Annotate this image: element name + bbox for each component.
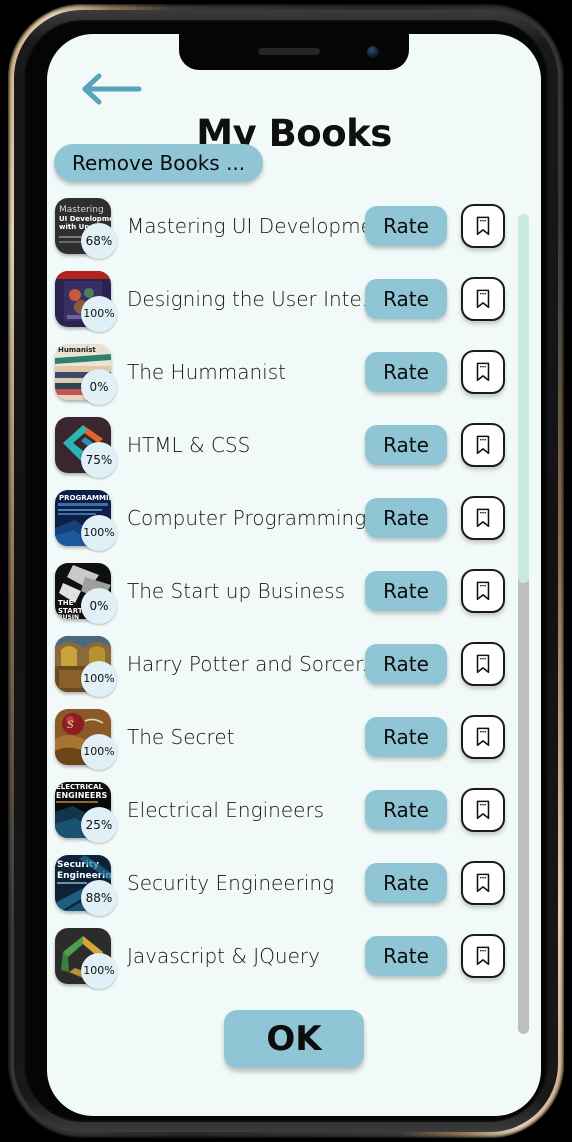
svg-text:Humanist: Humanist: [58, 346, 96, 354]
book-cover[interactable]: Humanist 0%: [55, 343, 117, 405]
front-camera-icon: [367, 46, 379, 58]
reading-progress-badge: 68%: [81, 222, 117, 259]
bookmark-icon[interactable]: [461, 641, 505, 686]
book-cover[interactable]: ELECTRICAL ENGINEERS 25%: [55, 781, 117, 843]
book-cover[interactable]: THE START BUSIN 0%: [55, 562, 117, 624]
book-row[interactable]: Security Engineering 88%Security Enginee…: [47, 846, 541, 919]
svg-text:PROGRAMMING: PROGRAMMING: [59, 494, 111, 502]
book-title: HTML & CSS: [127, 432, 251, 457]
reading-progress-badge: 75%: [81, 441, 117, 478]
book-row[interactable]: 100% Designing the User Inte... Rate: [47, 262, 541, 335]
bookmark-icon[interactable]: [461, 349, 505, 394]
rate-button[interactable]: Rate: [365, 643, 447, 684]
list-scrollbar-thumb[interactable]: [518, 214, 529, 583]
book-title: The Hummanist: [127, 359, 286, 384]
phone-frame: My Books Remove Books ... Mastering UI D…: [8, 4, 564, 1138]
bookmark-icon[interactable]: [461, 568, 505, 613]
reading-progress-badge: 88%: [81, 879, 117, 916]
svg-text:ELECTRICAL: ELECTRICAL: [56, 783, 103, 791]
svg-text:Mastering: Mastering: [59, 205, 104, 215]
book-row[interactable]: 100% Javascript & JQuery Rate: [47, 919, 541, 992]
rate-button[interactable]: Rate: [365, 862, 447, 903]
book-row[interactable]: Mastering UI Development with Un 68%Mast…: [47, 189, 541, 262]
bookmark-icon[interactable]: [461, 787, 505, 832]
book-cover[interactable]: Security Engineering 88%: [55, 854, 117, 916]
book-title: Security Engineering: [127, 870, 335, 895]
rate-button[interactable]: Rate: [365, 716, 447, 757]
book-title: Designing the User Inte...: [127, 286, 365, 311]
rate-button[interactable]: Rate: [365, 424, 447, 465]
book-row[interactable]: PROGRAMMING 100% Computer ProgrammingRate: [47, 481, 541, 554]
rate-button[interactable]: Rate: [365, 789, 447, 830]
reading-progress-badge: 25%: [81, 806, 117, 843]
bookmark-icon[interactable]: [461, 203, 505, 248]
reading-progress-badge: 0%: [81, 368, 117, 405]
book-row[interactable]: 75% HTML & CSS Rate: [47, 408, 541, 481]
bookmark-icon[interactable]: [461, 495, 505, 540]
book-title: The Start up Business: [127, 578, 346, 603]
book-row[interactable]: 100% Harry Potter and Sorcer... Rate: [47, 627, 541, 700]
book-row[interactable]: THE START BUSIN 0% The Start up Business Ra…: [47, 554, 541, 627]
reading-progress-badge: 100%: [81, 952, 117, 989]
svg-text:THE: THE: [58, 599, 74, 607]
book-cover[interactable]: Mastering UI Development with Un 68%: [55, 197, 117, 259]
bookmark-icon[interactable]: [461, 933, 505, 978]
reading-progress-badge: 100%: [81, 660, 117, 697]
ok-button[interactable]: OK: [224, 1010, 364, 1068]
book-cover[interactable]: S 100%: [55, 708, 117, 770]
book-cover[interactable]: 100%: [55, 927, 117, 989]
book-row[interactable]: ELECTRICAL ENGINEERS 25% Electrical Engin…: [47, 773, 541, 846]
book-title: Mastering UI Development: [127, 213, 365, 238]
book-title: Harry Potter and Sorcer...: [127, 651, 365, 676]
back-arrow-icon[interactable]: [82, 72, 142, 106]
svg-text:S: S: [67, 720, 74, 731]
svg-text:BUSIN: BUSIN: [58, 614, 79, 619]
svg-text:UI Development: UI Development: [59, 215, 111, 223]
rate-button[interactable]: Rate: [365, 278, 447, 319]
book-title: Javascript & JQuery: [127, 943, 320, 968]
book-cover[interactable]: 100%: [55, 270, 117, 332]
rate-button[interactable]: Rate: [365, 497, 447, 538]
book-row[interactable]: S 100% The Secret Rate: [47, 700, 541, 773]
reading-progress-badge: 100%: [81, 514, 117, 551]
remove-books-button[interactable]: Remove Books ...: [54, 144, 264, 182]
book-title: The Secret: [127, 724, 235, 749]
book-row[interactable]: Humanist 0% The Hummanist Rate: [47, 335, 541, 408]
reading-progress-badge: 0%: [81, 587, 117, 624]
bookmark-icon[interactable]: [461, 860, 505, 905]
rate-button[interactable]: Rate: [365, 935, 447, 976]
earpiece-speaker: [258, 48, 321, 55]
book-title: Electrical Engineers: [127, 797, 325, 822]
bookmark-icon[interactable]: [461, 422, 505, 467]
rate-button[interactable]: Rate: [365, 205, 447, 246]
book-cover[interactable]: PROGRAMMING 100%: [55, 489, 117, 551]
book-cover[interactable]: 100%: [55, 635, 117, 697]
reading-progress-badge: 100%: [81, 733, 117, 770]
reading-progress-badge: 100%: [81, 295, 117, 332]
phone-notch: [179, 34, 409, 70]
list-scrollbar-track[interactable]: [518, 214, 529, 1034]
book-title: Computer Programming: [127, 505, 365, 530]
svg-text:ENGINEERS: ENGINEERS: [56, 791, 107, 800]
phone-screen: My Books Remove Books ... Mastering UI D…: [47, 34, 541, 1116]
book-cover[interactable]: 75%: [55, 416, 117, 478]
bookmark-icon[interactable]: [461, 714, 505, 759]
book-list: Mastering UI Development with Un 68%Mast…: [47, 189, 541, 989]
rate-button[interactable]: Rate: [365, 570, 447, 611]
rate-button[interactable]: Rate: [365, 351, 447, 392]
bookmark-icon[interactable]: [461, 276, 505, 321]
